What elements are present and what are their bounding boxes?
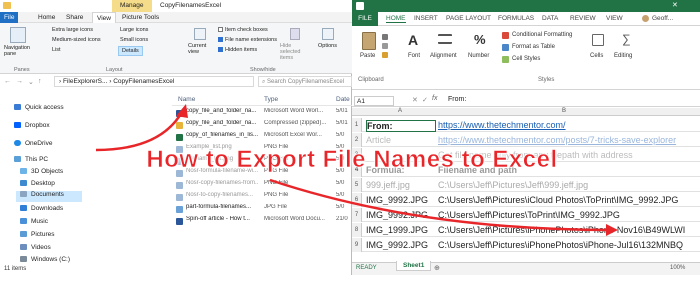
arrow-head-icon xyxy=(606,224,618,236)
headline-text: How to Export File Names to Excel xyxy=(146,146,558,174)
arrow-head-icon xyxy=(176,104,188,118)
overlay-arrows xyxy=(95,104,618,236)
arrow-curve-right xyxy=(269,178,611,232)
arrow-curve-left xyxy=(95,111,184,152)
